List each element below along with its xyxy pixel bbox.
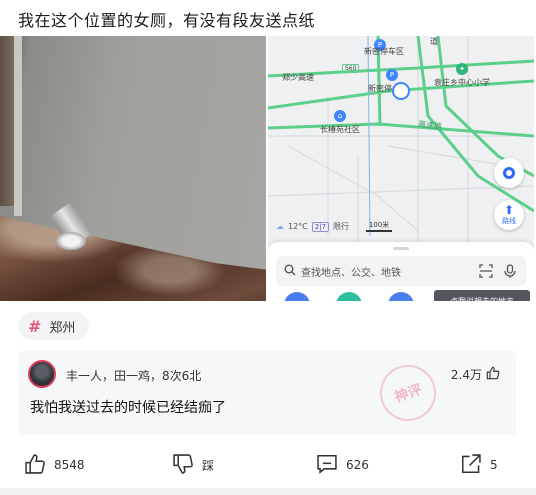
weather-temp: 12°C: [288, 222, 308, 231]
microphone-icon[interactable]: [502, 263, 518, 279]
parking-poi-icon-2[interactable]: P: [386, 69, 398, 81]
user-location-avatar[interactable]: [392, 82, 410, 100]
search-icon: [284, 264, 296, 279]
map-label-school: 袁庄乡中心小学: [434, 78, 490, 87]
map-route-shield: S60: [342, 64, 360, 73]
quick-action-icon-2[interactable]: [336, 292, 362, 301]
locate-button[interactable]: [494, 158, 524, 188]
map-label-dao: 道: [430, 37, 438, 46]
post-photo[interactable]: [0, 36, 266, 301]
map-search-placeholder: 查找地点、公交、地铁: [301, 267, 401, 279]
map-label-xinmi: 新密停: [368, 84, 392, 93]
comment-author[interactable]: 丰一人，田一鸡，8次6北: [66, 367, 201, 384]
hot-comment-card[interactable]: 丰一人，田一鸡，8次6北 神评 2.4万 我怕我送过去的时候已经结痂了: [18, 351, 516, 435]
like-count: 8548: [54, 458, 85, 472]
quick-action-icon-3[interactable]: [388, 292, 414, 301]
map-bottom-sheet: 查找地点、公交、地铁 点我说想去的地方: [268, 242, 534, 301]
map-label-parking: 新密停车区: [364, 47, 404, 56]
share-button[interactable]: 5: [460, 445, 498, 485]
comment-avatar[interactable]: [28, 360, 56, 388]
post-title: 我在这个位置的女厕，有没有段友送点纸: [18, 11, 316, 30]
scan-icon[interactable]: [478, 263, 494, 279]
bottom-divider: [0, 488, 536, 495]
post-action-bar: 8548 踩 626 5: [0, 445, 536, 485]
map-weather: ☁ 12°C 2|7 限行: [276, 221, 349, 232]
comment-like-count: 2.4万: [450, 368, 482, 382]
voice-tooltip: 点我说想去的地方: [434, 290, 530, 301]
limit-label: 限行: [333, 222, 350, 231]
comments-button[interactable]: 626: [316, 445, 369, 485]
share-count: 5: [490, 458, 498, 472]
photo-door-edge: [14, 36, 22, 216]
comment-count: 626: [346, 458, 369, 472]
comment-bubble-icon: [316, 453, 338, 478]
sheet-grab-handle[interactable]: [393, 247, 409, 250]
location-tag[interactable]: # 郑州: [18, 312, 90, 340]
post-map-screenshot[interactable]: P 新密停车区 道 郑少高速 S60 P 新密停 ✦ 袁庄乡中心小学 ⌂ 长椿苑…: [268, 36, 534, 301]
map-label-highway: 郑少高速: [282, 73, 314, 82]
dislike-button[interactable]: 踩: [172, 445, 214, 485]
hashtag-icon: #: [28, 316, 42, 336]
route-button-label: 路线: [502, 217, 516, 225]
map-search-bar[interactable]: 查找地点、公交、地铁: [276, 256, 526, 286]
route-button[interactable]: ⬆ 路线: [494, 200, 524, 230]
comment-like-button[interactable]: 2.4万: [451, 366, 500, 383]
map-label-community: 长椿苑社区: [320, 125, 360, 134]
route-arrow-icon: ⬆: [503, 203, 515, 217]
thumbs-down-icon: [172, 453, 194, 478]
map-scale: 100米: [366, 220, 392, 232]
thumbs-up-icon: [24, 453, 46, 478]
cloud-icon: ☁: [276, 222, 284, 231]
thumbs-up-icon: [486, 366, 500, 383]
school-poi-icon[interactable]: ✦: [456, 63, 468, 75]
share-icon: [460, 453, 482, 478]
limit-badge: 2|7: [311, 221, 330, 232]
photo-hinge-base: [56, 232, 86, 250]
location-tag-label: 郑州: [49, 320, 76, 336]
quick-action-icon-1[interactable]: [284, 292, 310, 301]
locate-icon: [503, 167, 515, 179]
like-button[interactable]: 8548: [24, 445, 85, 485]
comment-text: 我怕我送过去的时候已经结痂了: [30, 400, 226, 416]
dislike-label: 踩: [202, 458, 215, 473]
god-comment-stamp: 神评: [372, 357, 444, 429]
community-poi-icon[interactable]: ⌂: [334, 110, 346, 122]
